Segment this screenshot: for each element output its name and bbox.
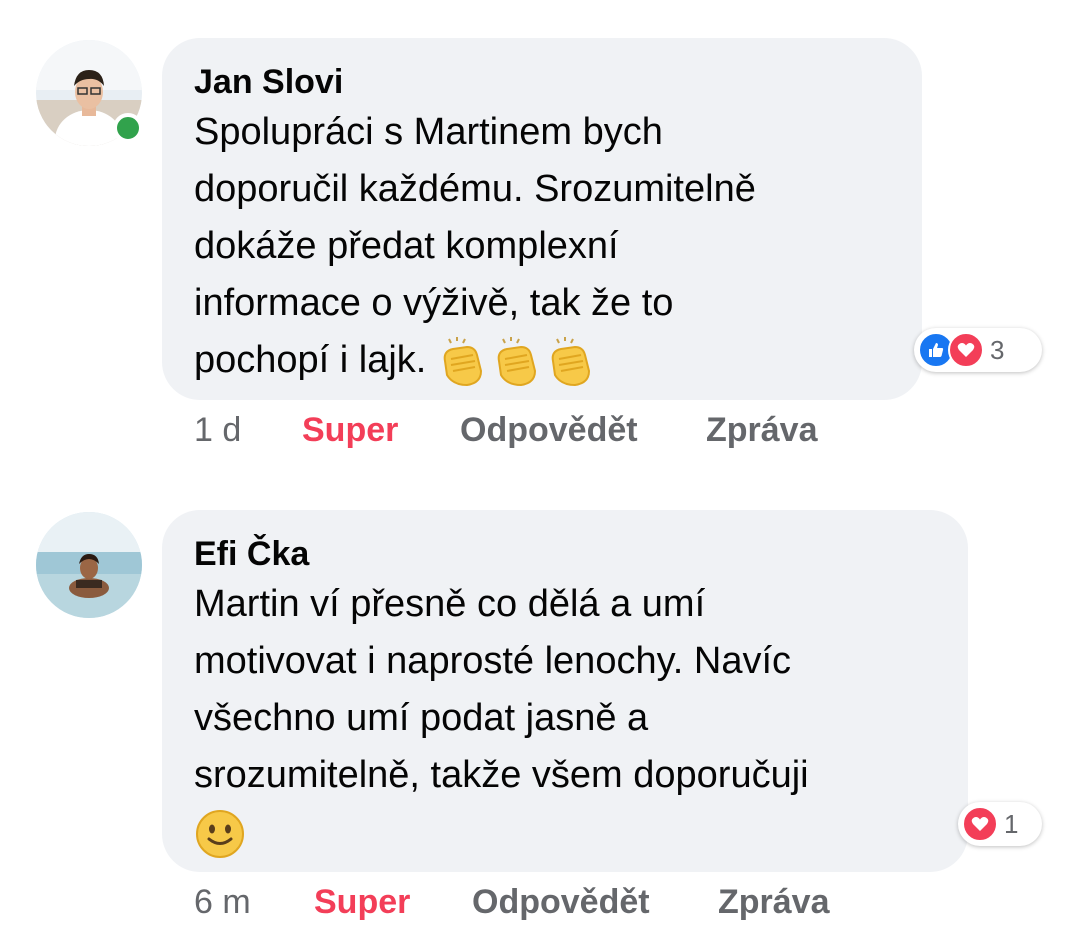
reaction-count: 3: [990, 334, 1005, 365]
clapping-hands-icon: [497, 337, 536, 387]
super-reaction-button[interactable]: Super: [302, 408, 398, 452]
comment-text-line: informace o výživě, tak že to: [194, 282, 674, 324]
comment-text-last-line: [194, 804, 938, 861]
comment-text-line: pochopí i lajk.: [194, 339, 427, 381]
comment-bubble[interactable]: Jan Slovi Spolupráci s Martinem bych dop…: [162, 38, 922, 400]
comment-text-line: dokáže předat komplexní: [194, 225, 619, 267]
clapping-hands-icon: [443, 337, 482, 387]
comment-text: Martin ví přesně co dělá a umí motivovat…: [194, 576, 938, 861]
avatar[interactable]: [36, 512, 142, 618]
comment-text-line: všechno umí podat jasně a: [194, 697, 649, 739]
emoji-group: [437, 333, 599, 390]
avatar-photo-icon: [36, 512, 142, 618]
comment-text-line: motivovat i naprosté lenochy. Navíc: [194, 640, 792, 682]
reaction-summary[interactable]: 3: [914, 328, 1042, 372]
comment-timestamp[interactable]: 1 d: [194, 408, 241, 452]
comment-text-line: srozumitelně, takže všem doporučuji: [194, 754, 809, 796]
comment-author[interactable]: Efi Čka: [194, 532, 938, 576]
message-button[interactable]: Zpráva: [706, 408, 818, 452]
comment-author[interactable]: Jan Slovi: [194, 60, 892, 104]
comment-text-line: doporučil každému. Srozumitelně: [194, 168, 756, 210]
super-reaction-button[interactable]: Super: [314, 880, 410, 924]
comment-text-last-line: pochopí i lajk.: [194, 332, 892, 390]
message-button[interactable]: Zpráva: [718, 880, 830, 924]
comment-bubble[interactable]: Efi Čka Martin ví přesně co dělá a umí m…: [162, 510, 968, 872]
reply-button[interactable]: Odpovědět: [472, 880, 650, 924]
comment-timestamp[interactable]: 6 m: [194, 880, 251, 924]
clapping-hands-icon: [551, 337, 590, 387]
online-status-indicator: [113, 113, 143, 143]
comment-text-line: Spolupráci s Martinem bych: [194, 111, 663, 153]
comment-actions: 1 d Super Odpovědět Zpráva: [0, 408, 1080, 452]
comment-text: Spolupráci s Martinem bych doporučil kaž…: [194, 104, 892, 390]
reply-button[interactable]: Odpovědět: [460, 408, 638, 452]
love-reaction-icon: [948, 332, 984, 368]
slightly-smiling-face-icon: [196, 809, 244, 858]
reaction-summary[interactable]: 1: [958, 802, 1042, 846]
comment-text-line: Martin ví přesně co dělá a umí: [194, 583, 706, 625]
reaction-count: 1: [1004, 808, 1019, 839]
comment-actions: 6 m Super Odpovědět Zpráva: [0, 880, 1080, 924]
love-reaction-icon: [962, 806, 998, 842]
